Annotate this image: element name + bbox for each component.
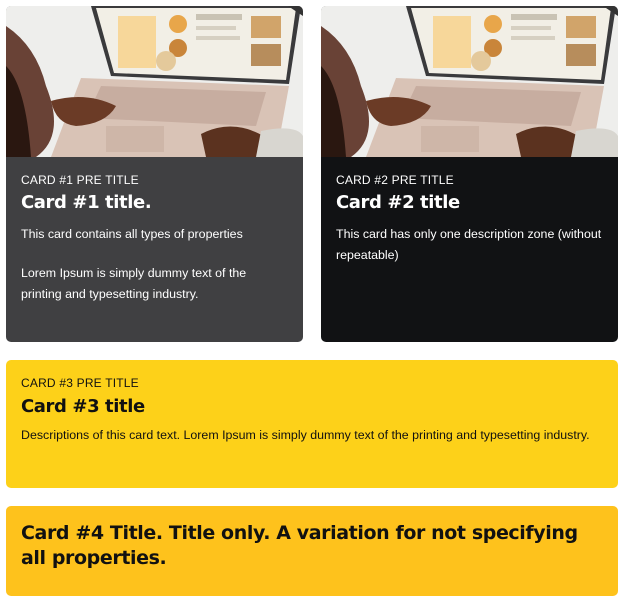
- card-1[interactable]: CARD #1 PRE TITLE Card #1 title. This ca…: [6, 6, 303, 342]
- card-3-pre-title: CARD #3 PRE TITLE: [21, 376, 139, 390]
- card-2-title: Card #2 title: [336, 192, 460, 213]
- card-1-title: Card #1 title.: [21, 192, 152, 213]
- card-3[interactable]: CARD #3 PRE TITLE Card #3 title Descript…: [6, 360, 618, 488]
- card-3-title: Card #3 title: [21, 396, 145, 417]
- card-4-title: Card #4 Title. Title only. A variation f…: [21, 522, 578, 569]
- card-1-description-1: This card contains all types of properti…: [21, 227, 243, 241]
- card-1-description-2: Lorem Ipsum is simply dummy text of the …: [21, 266, 247, 301]
- card-2-description: This card has only one description zone …: [336, 227, 602, 262]
- card-1-pre-title: CARD #1 PRE TITLE: [21, 173, 139, 187]
- card-1-image: [6, 6, 303, 157]
- card-2-image: [321, 6, 618, 157]
- card-3-description: Descriptions of this card text. Lorem Ip…: [21, 428, 590, 442]
- card-2-pre-title: CARD #2 PRE TITLE: [336, 173, 454, 187]
- card-4[interactable]: Card #4 Title. Title only. A variation f…: [6, 506, 618, 596]
- card-2[interactable]: CARD #2 PRE TITLE Card #2 title This car…: [321, 6, 618, 342]
- cards-page: CARD #1 PRE TITLE Card #1 title. This ca…: [0, 0, 625, 603]
